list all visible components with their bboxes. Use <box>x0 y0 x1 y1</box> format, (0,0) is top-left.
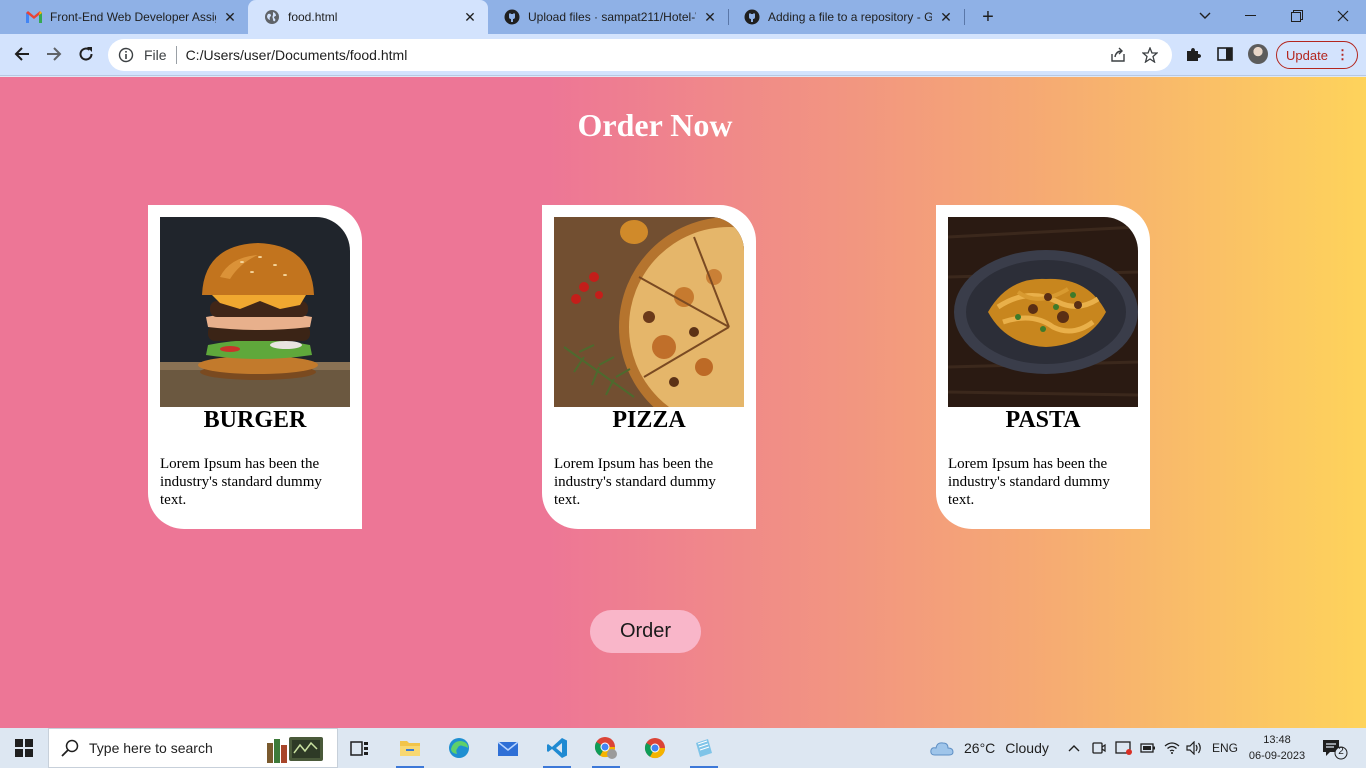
more-menu-icon: ⋮ <box>1335 47 1349 62</box>
reload-icon[interactable] <box>72 40 100 68</box>
food-card-burger: BURGER Lorem Ipsum has been the industry… <box>148 205 362 529</box>
pasta-image <box>948 217 1138 407</box>
omnibox-divider <box>175 46 177 64</box>
card-title: BURGER <box>203 407 307 433</box>
github-icon <box>744 9 760 25</box>
card-description: Lorem Ipsum has been the industry's stan… <box>160 456 322 508</box>
weather-condition: Cloudy <box>1005 740 1049 756</box>
update-label: Update <box>1286 47 1328 63</box>
screen-recording-icon[interactable] <box>1115 728 1133 768</box>
profile-avatar[interactable] <box>1248 44 1268 64</box>
gmail-icon <box>26 9 42 25</box>
close-window-icon[interactable] <box>1320 0 1366 32</box>
system-clock[interactable]: 13:48 06-09-2023 <box>1242 732 1312 764</box>
clock-time: 13:48 <box>1263 734 1291 746</box>
new-tab-plus-icon[interactable]: + <box>976 5 1000 29</box>
volume-icon[interactable] <box>1186 728 1204 768</box>
pizza-image <box>554 217 744 407</box>
globe-icon <box>264 9 280 25</box>
tab-gmail[interactable]: Front-End Web Developer Assign ✕ <box>10 0 248 34</box>
taskbar-search-box[interactable]: Type here to search <box>48 728 338 768</box>
address-bar[interactable]: File C:/Users/user/Documents/food.html <box>108 39 1172 71</box>
language-indicator[interactable]: ENG <box>1212 728 1238 768</box>
card-description: Lorem Ipsum has been the industry's stan… <box>948 456 1110 508</box>
github-icon <box>504 9 520 25</box>
notification-count: 2 <box>1338 746 1344 757</box>
file-explorer-icon[interactable] <box>388 728 432 768</box>
tab-title: Upload files · sampat211/Hotel-W <box>528 10 696 24</box>
food-card-pizza: PIZZA Lorem Ipsum has been the industry'… <box>542 205 756 529</box>
close-tab-icon[interactable]: ✕ <box>702 9 718 25</box>
extensions-puzzle-icon[interactable] <box>1182 43 1204 65</box>
card-description: Lorem Ipsum has been the industry's stan… <box>554 456 716 508</box>
minimize-icon[interactable] <box>1228 0 1274 32</box>
page-content: Order Now BURGER Lorem Ipsum has been th… <box>0 77 1366 728</box>
close-tab-icon[interactable]: ✕ <box>222 9 238 25</box>
search-highlight-illustration <box>265 735 327 763</box>
search-placeholder: Type here to search <box>89 740 213 756</box>
tab-food-html[interactable]: food.html ✕ <box>248 0 488 34</box>
info-icon[interactable] <box>118 47 134 63</box>
card-title: PIZZA <box>612 407 686 433</box>
search-icon <box>61 739 79 757</box>
windows-start-icon[interactable] <box>0 728 48 768</box>
burger-image <box>160 217 350 407</box>
meet-now-icon[interactable] <box>1092 728 1106 768</box>
order-button[interactable]: Order <box>590 610 701 653</box>
tab-separator <box>964 9 965 25</box>
url-text[interactable]: C:/Users/user/Documents/food.html <box>186 47 1108 63</box>
task-view-icon[interactable] <box>338 728 382 768</box>
cloud-icon <box>930 740 954 756</box>
side-panel-icon[interactable] <box>1214 43 1236 65</box>
chrome-profile-icon[interactable] <box>584 728 628 768</box>
close-tab-icon[interactable]: ✕ <box>462 9 478 25</box>
tab-title: food.html <box>288 10 338 24</box>
notepad-icon[interactable] <box>682 728 726 768</box>
tab-github-upload[interactable]: Upload files · sampat211/Hotel-W ✕ <box>488 0 728 34</box>
forward-arrow-icon[interactable] <box>40 40 68 68</box>
share-icon[interactable] <box>1108 45 1128 65</box>
bookmark-star-icon[interactable] <box>1140 45 1160 65</box>
tab-title: Adding a file to a repository - Git <box>768 10 932 24</box>
card-title: PASTA <box>1005 407 1081 433</box>
tab-strip: Front-End Web Developer Assign ✕ food.ht… <box>0 0 1366 34</box>
chrome-icon[interactable] <box>633 728 677 768</box>
browser-toolbar: File C:/Users/user/Documents/food.html U… <box>0 34 1366 76</box>
windows-taskbar: Type here to search 26°C Cloudy ENG 13:4… <box>0 728 1366 768</box>
weather-temperature: 26°C <box>964 740 996 756</box>
restore-icon[interactable] <box>1274 0 1320 32</box>
scheme-label: File <box>144 47 167 63</box>
update-button[interactable]: Update ⋮ <box>1276 41 1358 69</box>
wifi-icon[interactable] <box>1164 728 1180 768</box>
page-title: Order Now <box>577 107 733 143</box>
battery-icon[interactable] <box>1140 728 1156 768</box>
vscode-icon[interactable] <box>535 728 579 768</box>
show-hidden-icons-chevron-icon[interactable] <box>1068 728 1080 768</box>
close-tab-icon[interactable]: ✕ <box>938 9 954 25</box>
tab-search-chevron-icon[interactable] <box>1182 0 1228 32</box>
tab-github-adding-file[interactable]: Adding a file to a repository - Git ✕ <box>728 0 964 34</box>
mail-icon[interactable] <box>486 728 530 768</box>
tab-title: Front-End Web Developer Assign <box>50 10 216 24</box>
notification-center-icon[interactable]: 2 <box>1322 738 1348 760</box>
food-card-pasta: PASTA Lorem Ipsum has been the industry'… <box>936 205 1150 529</box>
clock-date: 06-09-2023 <box>1248 750 1306 762</box>
weather-widget[interactable]: 26°C Cloudy <box>930 728 1049 768</box>
edge-browser-icon[interactable] <box>437 728 481 768</box>
back-arrow-icon[interactable] <box>8 40 36 68</box>
